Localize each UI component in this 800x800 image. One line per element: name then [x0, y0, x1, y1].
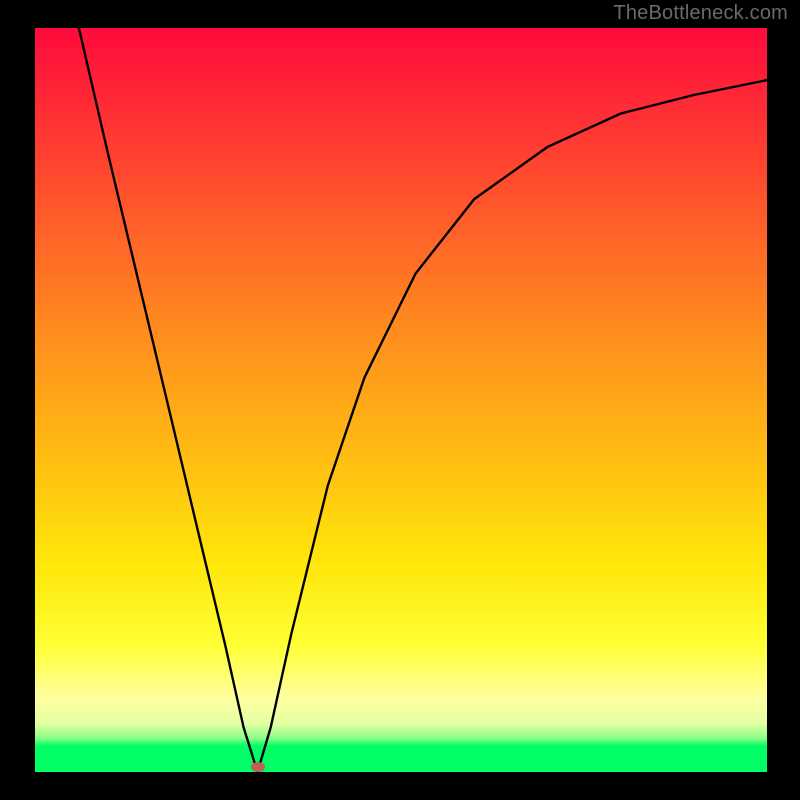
- chart-frame: TheBottleneck.com: [0, 0, 800, 800]
- min-point-marker: [251, 762, 265, 772]
- bottleneck-curve: [0, 0, 800, 800]
- watermark-text: TheBottleneck.com: [613, 2, 788, 25]
